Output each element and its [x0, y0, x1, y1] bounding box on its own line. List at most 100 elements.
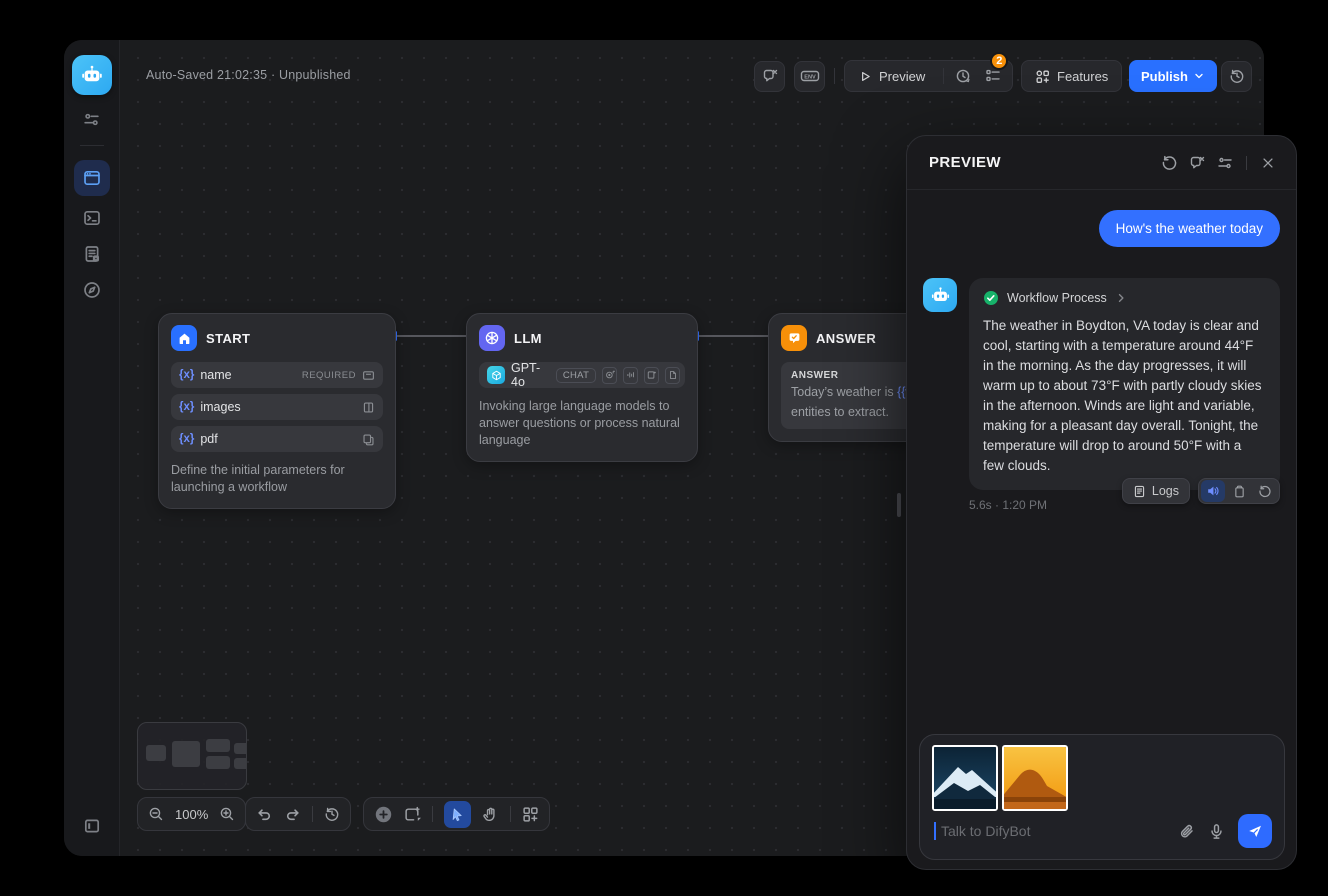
image-input-icon — [644, 367, 659, 384]
sidebar-divider — [80, 145, 104, 146]
chat-input[interactable] — [941, 823, 1165, 839]
answer-icon — [781, 325, 807, 351]
refresh-conversation-icon[interactable] — [1155, 149, 1183, 177]
attach-file-icon[interactable] — [1178, 823, 1195, 840]
version-history-button[interactable] — [1221, 61, 1252, 92]
model-name: GPT-4o — [511, 361, 544, 389]
message-meta: 5.6s · 1:20 PM — [969, 498, 1047, 512]
node-start[interactable]: START {x} name REQUIRED {x} images — [158, 313, 396, 509]
pointer-tool[interactable] — [444, 801, 471, 828]
chat-mode-badge: CHAT — [556, 368, 596, 383]
document-icon — [665, 367, 680, 384]
add-note-icon[interactable] — [404, 806, 421, 823]
field-label: images — [200, 400, 240, 414]
node-llm-title: LLM — [514, 331, 542, 346]
canvas-tools — [363, 797, 550, 831]
play-icon — [859, 70, 872, 83]
workflow-process-label: Workflow Process — [1007, 291, 1107, 305]
text-cursor — [934, 822, 936, 840]
audio-icon — [623, 367, 638, 384]
minimap[interactable] — [137, 722, 247, 790]
workflow-process-toggle[interactable]: Workflow Process — [983, 290, 1266, 306]
success-check-icon — [983, 290, 999, 306]
bot-message-card: Workflow Process The weather in Boydton,… — [969, 278, 1280, 490]
voice-input-icon[interactable] — [1208, 823, 1225, 840]
collapse-sidebar-icon[interactable] — [78, 812, 106, 840]
sidebar-item-logs[interactable] — [78, 240, 106, 268]
openai-icon — [487, 366, 505, 384]
user-message-bubble: How's the weather today — [1099, 210, 1280, 247]
chat-settings-icon[interactable] — [1211, 149, 1239, 177]
chat-area: How's the weather today Workflow Process… — [907, 190, 1296, 869]
run-history-icon-button[interactable] — [948, 61, 978, 91]
preview-header: PREVIEW — [907, 136, 1296, 190]
preview-panel: PREVIEW How's the weather today Workfl — [906, 135, 1297, 870]
zoom-in-icon[interactable] — [219, 806, 235, 822]
change-history-icon[interactable] — [324, 806, 340, 822]
llm-model-row[interactable]: GPT-4o CHAT — [479, 362, 685, 388]
zoom-out-icon[interactable] — [148, 806, 164, 822]
add-node-icon[interactable] — [374, 805, 393, 824]
node-llm[interactable]: LLM GPT-4o CHAT — [466, 313, 698, 462]
node-start-description: Define the initial parameters for launch… — [171, 462, 383, 496]
zoom-level[interactable]: 100% — [175, 807, 208, 822]
regenerate-button[interactable] — [1253, 480, 1277, 502]
paragraph-icon — [362, 401, 375, 414]
left-sidebar — [64, 40, 120, 856]
bot-avatar-robot — [923, 278, 957, 312]
chevron-down-icon — [1193, 70, 1205, 82]
history-controls — [245, 797, 351, 831]
undo-icon[interactable] — [256, 806, 273, 823]
start-field-name[interactable]: {x} name REQUIRED — [171, 362, 383, 388]
features-icon — [1035, 69, 1050, 84]
edge-llm-answer — [698, 335, 768, 337]
logs-button[interactable]: Logs — [1122, 478, 1190, 504]
organize-nodes-icon[interactable] — [522, 806, 539, 823]
bot-message-text: The weather in Boydton, VA today is clea… — [983, 316, 1266, 476]
vision-icon — [602, 367, 617, 384]
sidebar-item-orchestrate[interactable] — [74, 160, 110, 196]
edge-start-llm — [396, 335, 466, 337]
node-answer-title: ANSWER — [816, 331, 876, 346]
orange-mountain-image — [1004, 747, 1066, 809]
canvas-scrollbar[interactable] — [897, 493, 901, 517]
run-group: Preview 2 — [844, 60, 1013, 92]
send-button[interactable] — [1238, 814, 1272, 848]
home-icon — [171, 325, 197, 351]
close-icon[interactable] — [1254, 149, 1282, 177]
attachment-thumbnail-blue-mountain[interactable] — [932, 745, 998, 811]
attachment-thumbnail-orange-mountain[interactable] — [1002, 745, 1068, 811]
variable-icon: {x} — [179, 401, 194, 413]
variable-icon: {x} — [179, 369, 194, 381]
node-llm-description: Invoking large language models to answer… — [479, 398, 685, 449]
publish-button[interactable]: Publish — [1129, 60, 1217, 92]
features-button[interactable]: Features — [1021, 60, 1122, 92]
env-variables-button[interactable]: ENV — [794, 61, 825, 92]
copy-button[interactable] — [1227, 480, 1251, 502]
sidebar-item-api[interactable] — [78, 204, 106, 232]
preview-run-button[interactable]: Preview — [845, 69, 939, 84]
sliders-icon[interactable] — [78, 105, 106, 133]
app-avatar-robot[interactable] — [72, 55, 112, 95]
llm-icon — [479, 325, 505, 351]
text-to-speech-button[interactable] — [1201, 480, 1225, 502]
new-chat-icon[interactable] — [1183, 149, 1211, 177]
message-actions — [1198, 478, 1280, 504]
file-copy-icon — [362, 433, 375, 446]
redo-icon[interactable] — [284, 806, 301, 823]
zoom-controls: 100% — [137, 797, 246, 831]
node-start-title: START — [206, 331, 250, 346]
autosave-status: Auto-Saved 21:02:35 · Unpublished — [146, 68, 351, 82]
chevron-right-icon — [1115, 292, 1127, 304]
start-field-images[interactable]: {x} images — [171, 394, 383, 420]
variable-icon: {x} — [179, 433, 194, 445]
publish-status: Unpublished — [279, 68, 351, 82]
chat-input-box — [919, 734, 1285, 860]
chat-restart-icon-button[interactable] — [754, 61, 785, 92]
preview-title: PREVIEW — [929, 154, 1155, 171]
hand-tool[interactable] — [482, 806, 499, 823]
text-input-icon — [362, 369, 375, 382]
logs-icon — [1133, 485, 1146, 498]
sidebar-item-monitoring[interactable] — [78, 276, 106, 304]
start-field-pdf[interactable]: {x} pdf — [171, 426, 383, 452]
